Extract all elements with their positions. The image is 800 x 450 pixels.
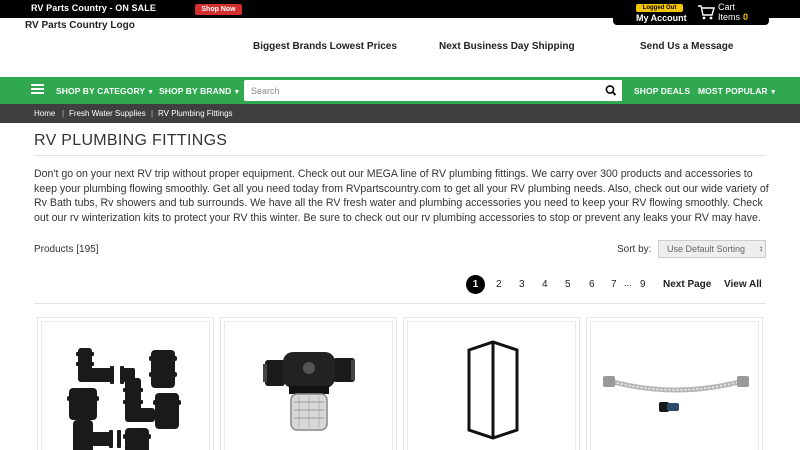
page-link-2[interactable]: 2 [496,279,502,290]
next-page-link[interactable]: Next Page [663,279,711,290]
page-link-3[interactable]: 3 [519,279,525,290]
hamburger-menu-icon[interactable] [31,84,44,95]
breadcrumb: Home | Fresh Water Supplies | RV Plumbin… [0,104,800,123]
shop-now-button[interactable]: Shop Now [195,4,242,15]
sort-dropdown[interactable]: Use Default Sorting ↕ [658,240,766,258]
cart-icon[interactable] [697,4,715,20]
page-link-7[interactable]: 7 [611,279,617,290]
cart-items-count: 0 [743,12,749,22]
view-all-link[interactable]: View All [724,279,762,290]
product-card[interactable] [403,317,580,450]
page-link-9[interactable]: 9 [640,279,646,290]
breadcrumb-current: RV Plumbing Fittings [158,109,233,118]
page-current[interactable]: 1 [466,275,485,294]
shop-by-category-menu[interactable]: SHOP BY CATEGORY ▼ [56,86,154,96]
cart-items[interactable]: Items 0 [718,12,748,22]
site-logo[interactable]: RV Parts Country Logo [25,20,135,31]
product-card[interactable] [37,317,214,450]
search-button[interactable] [600,80,622,101]
breadcrumb-fresh-water-supplies[interactable]: Fresh Water Supplies [69,109,146,118]
shop-deals-link[interactable]: SHOP DEALS [634,86,690,96]
shop-by-category-label: SHOP BY CATEGORY [56,86,146,96]
my-account-link[interactable]: My Account [636,13,687,23]
page-link-6[interactable]: 6 [589,279,595,290]
chevron-down-icon: ▼ [769,89,777,96]
sort-value: Use Default Sorting [667,244,746,254]
search-bar [244,80,622,101]
page-title: RV PLUMBING FITTINGS [34,132,228,149]
page-link-5[interactable]: 5 [565,279,571,290]
shop-by-brand-menu[interactable]: SHOP BY BRAND ▼ [159,86,240,96]
elbow-fittings-image [67,348,181,450]
category-description: Don't go on your next RV trip without pr… [34,168,769,224]
sort-label: Sort by: [617,244,652,255]
chevron-down-icon: ▼ [147,89,155,96]
product-card[interactable] [586,317,763,450]
promo-text: RV Parts Country - ON SALE [31,3,156,13]
grid-divider [34,303,766,304]
water-strainer-image [263,352,355,431]
most-popular-menu[interactable]: MOST POPULAR ▼ [698,86,777,96]
search-icon [605,85,617,96]
usp-next-day-shipping[interactable]: Next Business Day Shipping [439,41,575,52]
braided-hose-image [603,376,749,412]
products-count: Products [195] [34,244,99,255]
page-link-4[interactable]: 4 [542,279,548,290]
title-divider [34,155,766,156]
cart-items-label: Items [718,12,741,22]
chevron-down-icon: ▼ [233,89,241,96]
tube-sleeve-image [467,340,519,440]
shop-by-brand-label: SHOP BY BRAND [159,86,232,96]
account-panel: Logged Out My Account Cart Items 0 [613,0,769,25]
page-ellipsis: ... [624,278,632,288]
search-input[interactable] [244,80,600,101]
product-card[interactable] [220,317,397,450]
breadcrumb-separator: | [151,109,154,118]
usp-biggest-brands[interactable]: Biggest Brands Lowest Prices [253,41,397,52]
select-arrows-icon: ↕ [759,244,763,253]
breadcrumb-home[interactable]: Home [34,109,55,118]
logged-out-badge: Logged Out [636,4,683,12]
cart-link[interactable]: Cart [718,2,735,12]
breadcrumb-separator: | [62,109,65,118]
main-nav: SHOP BY CATEGORY▼ SHOP BY BRAND▼ SHOP DE… [0,77,800,104]
most-popular-label: MOST POPULAR [698,86,768,96]
usp-send-message[interactable]: Send Us a Message [640,41,733,52]
